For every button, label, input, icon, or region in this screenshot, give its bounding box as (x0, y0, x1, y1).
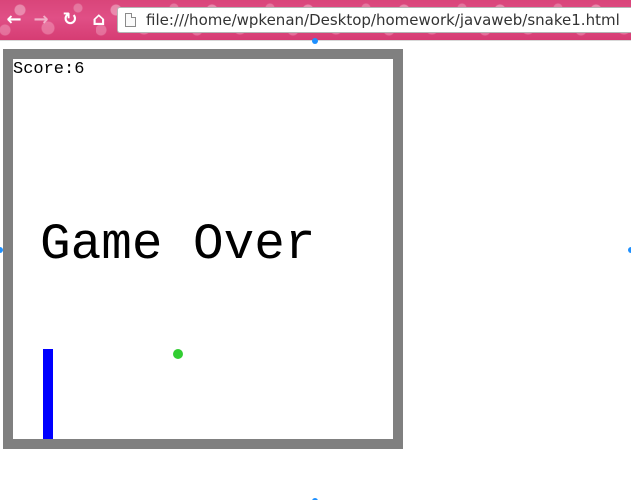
resize-handle-top[interactable] (312, 38, 318, 44)
game-board: Score:6 Game Over (3, 49, 403, 449)
food-pellet (173, 349, 183, 359)
game-canvas[interactable]: Score:6 Game Over (13, 59, 393, 439)
forward-arrow-icon[interactable]: → (30, 9, 52, 31)
address-bar[interactable]: file:///home/wpkenan/Desktop/homework/ja… (117, 7, 631, 33)
reload-icon[interactable]: ↻ (59, 9, 81, 31)
snake-segment (43, 359, 53, 369)
snake-segment (43, 419, 53, 429)
snake-segment (43, 389, 53, 399)
snake-segment (43, 369, 53, 379)
snake-segment (43, 379, 53, 389)
snake-segment (43, 409, 53, 419)
back-arrow-icon[interactable]: ← (3, 9, 25, 31)
score-label: Score:6 (13, 60, 85, 79)
url-text[interactable]: file:///home/wpkenan/Desktop/homework/ja… (146, 11, 620, 29)
snake-head (43, 349, 53, 359)
browser-toolbar: ← → ↻ ⌂ file:///home/wpkenan/Desktop/hom… (0, 0, 631, 40)
page-content: Score:6 Game Over (0, 38, 631, 500)
snake-segment (43, 429, 53, 439)
game-over-message: Game Over (40, 217, 316, 274)
page-icon (125, 13, 136, 27)
home-icon[interactable]: ⌂ (88, 9, 110, 31)
snake-segment (43, 399, 53, 409)
browser-window: ← → ↻ ⌂ file:///home/wpkenan/Desktop/hom… (0, 0, 631, 500)
